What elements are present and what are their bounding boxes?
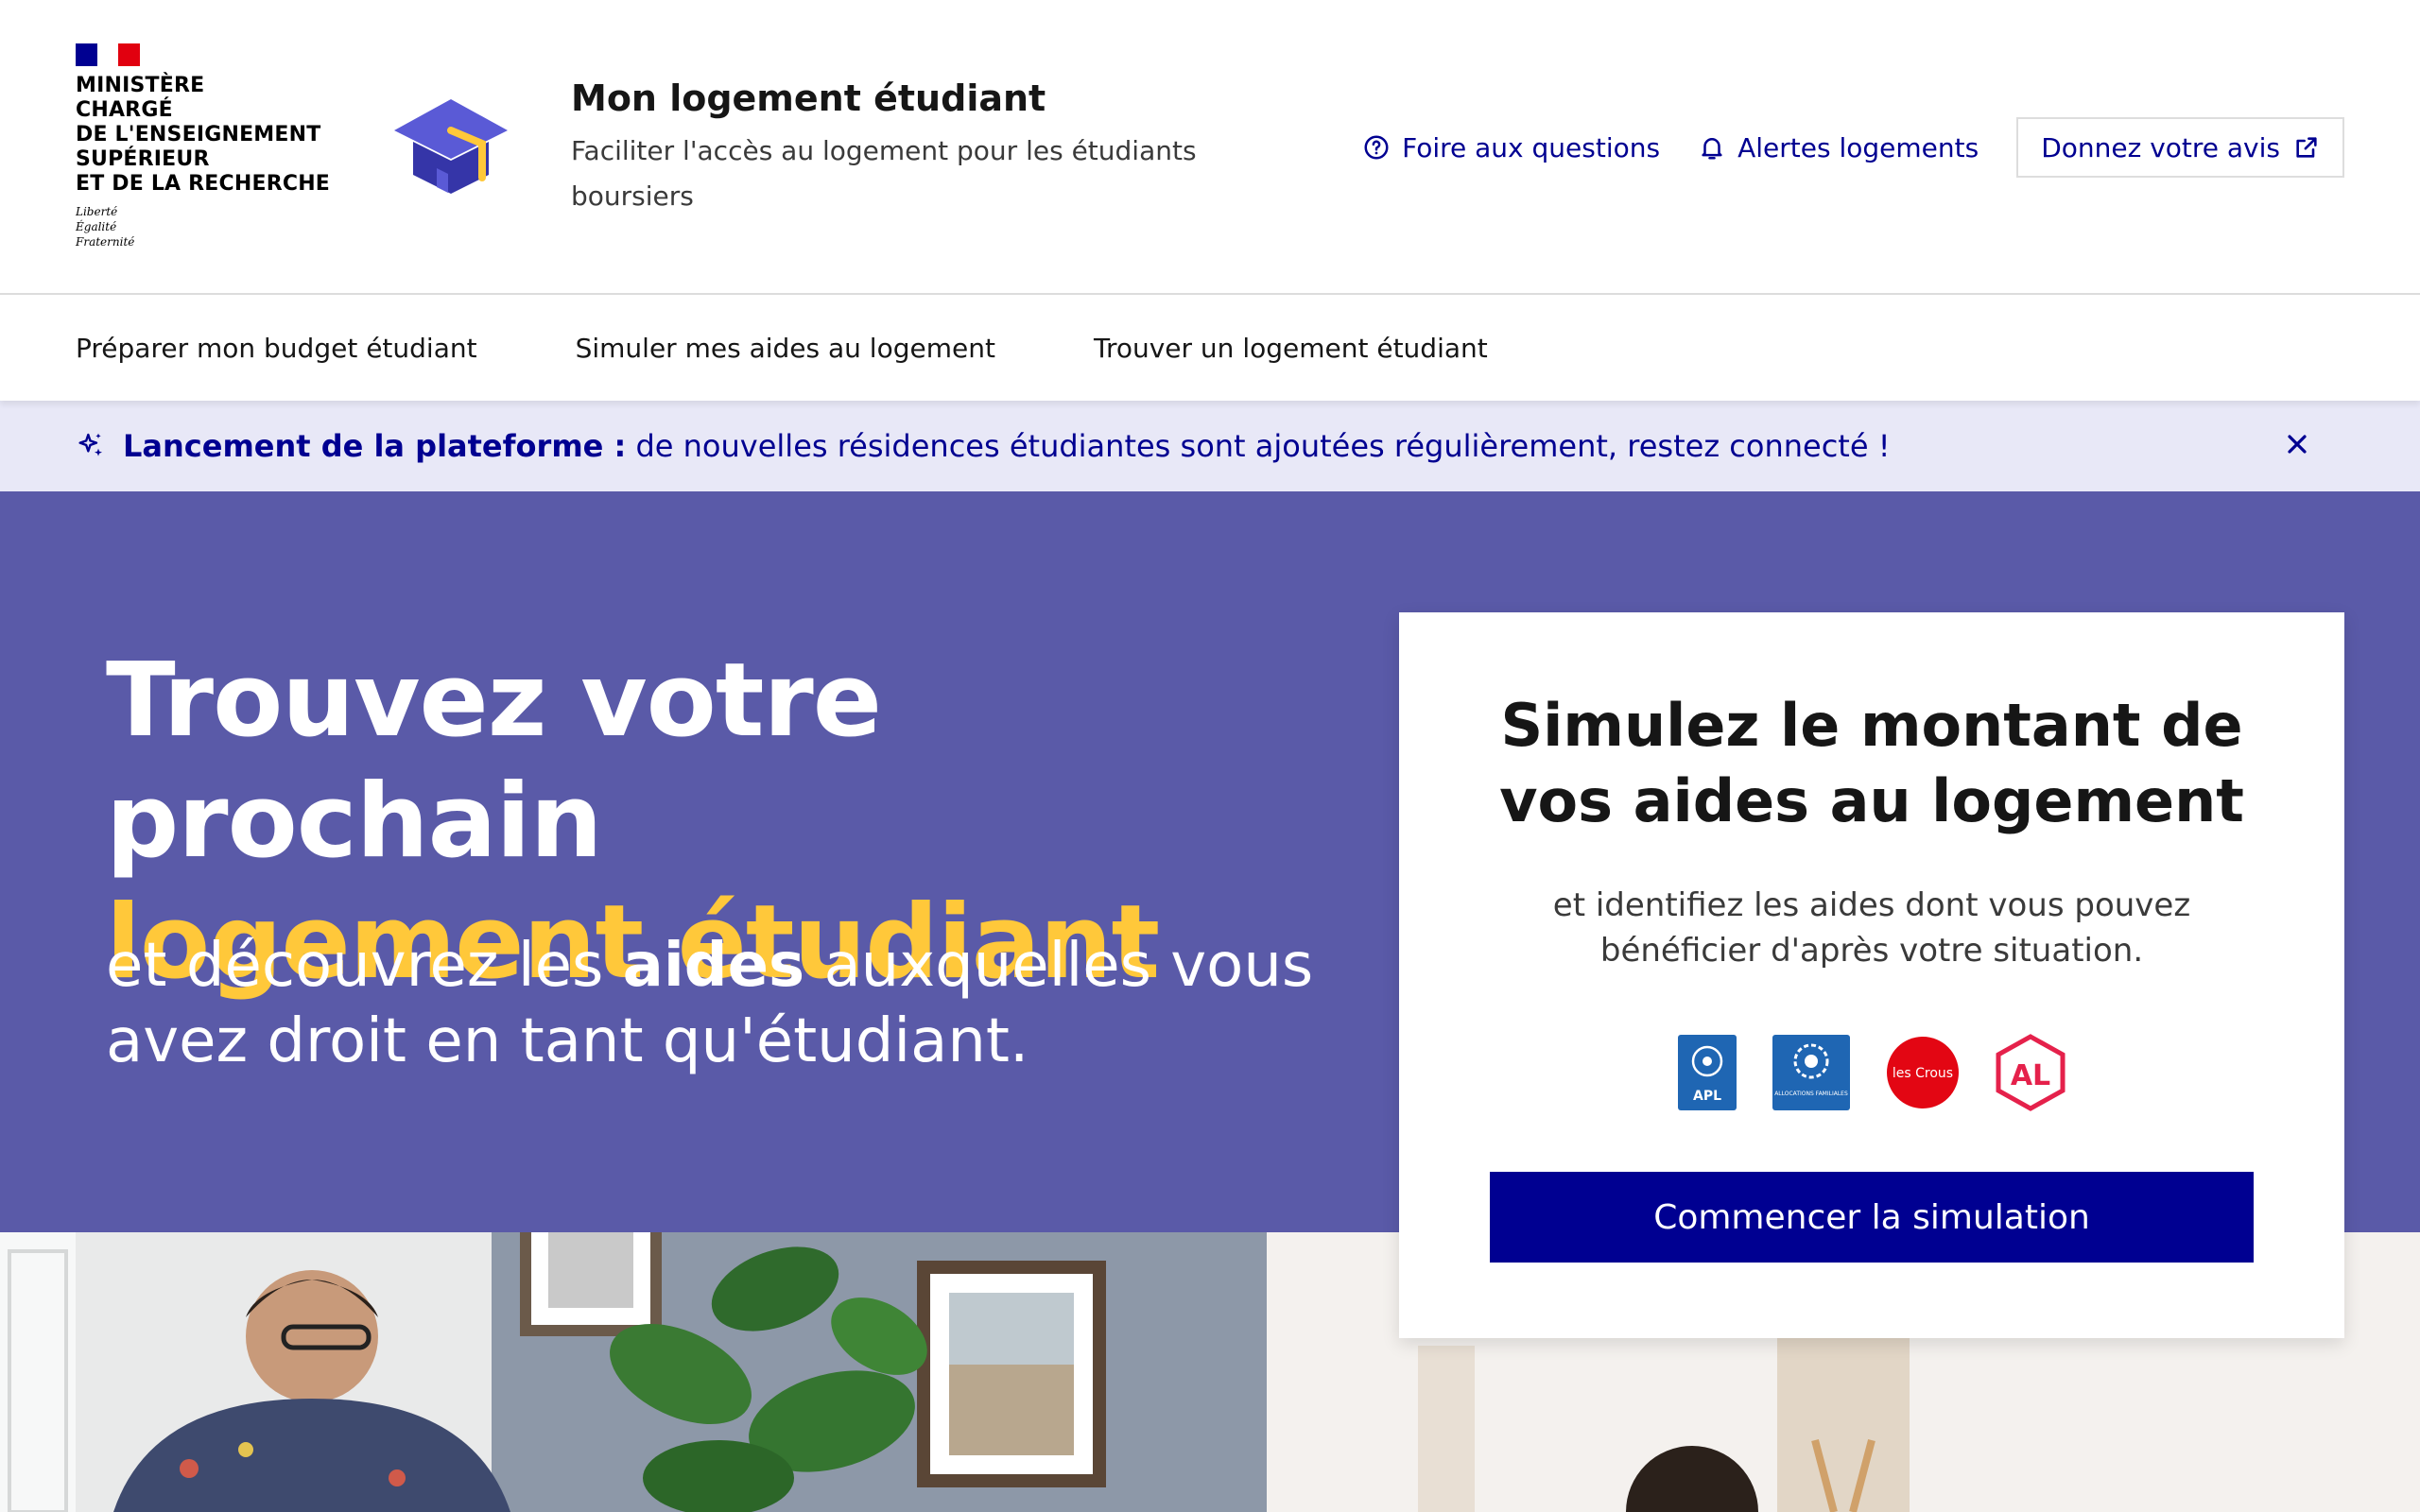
al-logo-icon: AL (1996, 1034, 2066, 1111)
caf-logo-icon: ALLOCATIONS FAMILIALES (1772, 1035, 1850, 1110)
alerts-link[interactable]: Alertes logements (1698, 132, 1979, 163)
government-logo[interactable]: MINISTÈRE CHARGÉ DE L'ENSEIGNEMENT SUPÉR… (76, 43, 359, 249)
launch-notice-banner: Lancement de la plateforme : de nouvelle… (0, 401, 2420, 491)
hero-subtitle-part1: et découvrez les (106, 931, 623, 1001)
feedback-button-label: Donnez votre avis (2041, 131, 2280, 163)
crous-logo-icon: les Crous (1887, 1037, 1959, 1108)
crous-logo-text: les Crous (1893, 1066, 1953, 1081)
simulation-card-subtitle: et identifiez les aides dont vous pouvez… (1552, 886, 2191, 970)
apl-logo-text: APL (1693, 1089, 1721, 1104)
hero-title-line1: Trouvez votre prochain (106, 642, 882, 881)
republic-motto: Liberté Égalité Fraternité (76, 205, 135, 249)
hero-subtitle: et découvrez les aides auxquelles vous a… (106, 928, 1335, 1079)
caf-logo-text: ALLOCATIONS FAMILIALES (1774, 1091, 1848, 1097)
start-simulation-button[interactable]: Commencer la simulation (1490, 1172, 2254, 1263)
site-header: MINISTÈRE CHARGÉ DE L'ENSEIGNEMENT SUPÉR… (0, 0, 2420, 295)
notice-strong-text: Lancement de la plateforme : (123, 428, 627, 464)
graduation-house-logo-icon[interactable] (389, 94, 512, 198)
simulation-card-title: Simulez le montant de vos aides au logem… (1499, 691, 2244, 835)
feedback-button[interactable]: Donnez votre avis (2016, 117, 2344, 178)
apl-logo-icon: APL (1678, 1035, 1737, 1110)
al-logo-text: AL (2011, 1059, 2050, 1092)
ministry-name: MINISTÈRE CHARGÉ DE L'ENSEIGNEMENT SUPÉR… (76, 74, 331, 196)
main-navigation: Préparer mon budget étudiant Simuler mes… (0, 295, 2420, 401)
alerts-link-label: Alertes logements (1737, 131, 1979, 163)
nav-item-find-housing[interactable]: Trouver un logement étudiant (1094, 333, 1488, 364)
question-circle-icon (1364, 135, 1389, 160)
faq-link-label: Foire aux questions (1402, 131, 1661, 163)
site-tagline: Faciliter l'accès au logement pour les é… (571, 135, 1197, 212)
site-title[interactable]: Mon logement étudiant (571, 77, 1046, 119)
nav-item-budget[interactable]: Préparer mon budget étudiant (76, 333, 477, 364)
french-flag-icon (76, 43, 141, 66)
hero-subtitle-bold: aides (622, 931, 805, 1001)
bell-icon (1702, 138, 1722, 160)
faq-link[interactable]: Foire aux questions (1362, 132, 1660, 163)
notice-body-text: de nouvelles résidences étudiantes sont … (626, 428, 1891, 464)
nav-item-simulation[interactable]: Simuler mes aides au logement (576, 333, 995, 364)
notice-text: Lancement de la plateforme : de nouvelle… (123, 428, 1891, 464)
aid-partner-logos: APL ALLOCATIONS FAMILIALES les Crous AL (1399, 1034, 2344, 1111)
sparkle-icon (78, 433, 102, 456)
close-icon[interactable] (2282, 429, 2312, 459)
simulation-card: Simulez le montant de vos aides au logem… (1399, 612, 2344, 1338)
external-link-icon (2296, 137, 2317, 158)
header-links: Foire aux questions Alertes logements Do… (1362, 117, 2344, 178)
